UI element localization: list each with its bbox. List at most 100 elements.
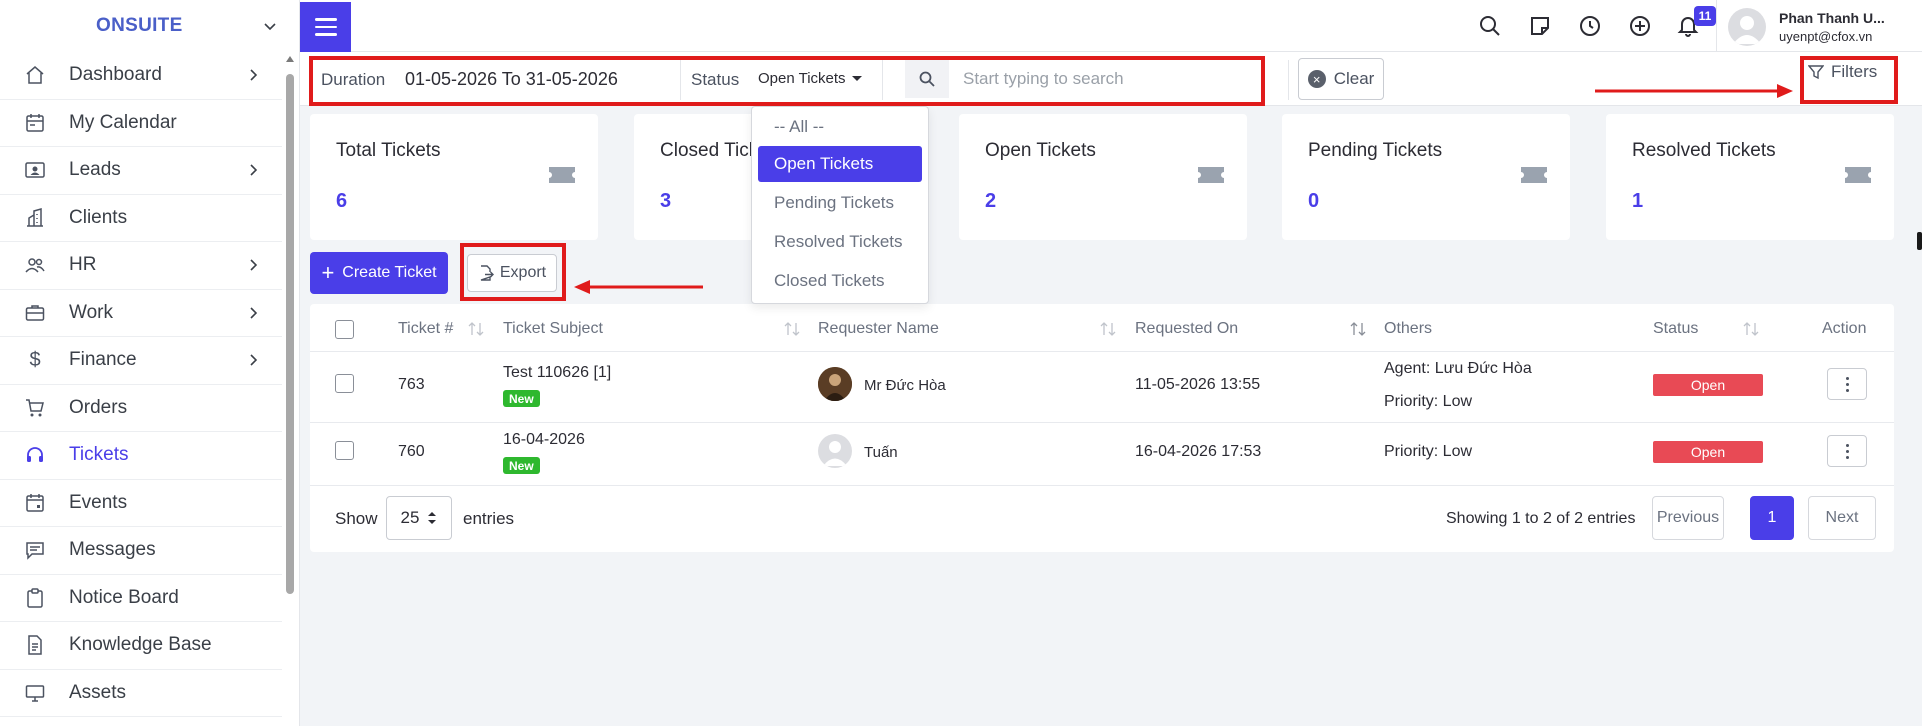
ticket-number[interactable]: 760: [398, 443, 425, 461]
sidebar-item-leads[interactable]: Leads: [0, 147, 282, 195]
sidebar-item-orders[interactable]: Orders: [0, 385, 282, 432]
previous-page-button[interactable]: Previous: [1652, 496, 1724, 540]
row-checkbox[interactable]: [335, 441, 354, 460]
column-header-ticket-number[interactable]: Ticket #: [398, 320, 453, 338]
filters-button[interactable]: Filters: [1808, 62, 1877, 82]
card-count: 1: [1632, 190, 1644, 212]
column-header-status[interactable]: Status: [1653, 320, 1698, 338]
requester-name[interactable]: Tuấn: [864, 444, 898, 461]
stat-card-open[interactable]: Open Tickets 2: [959, 114, 1247, 240]
status-badge[interactable]: Open: [1653, 441, 1763, 463]
user-avatar[interactable]: [1728, 8, 1766, 46]
dot: [1845, 376, 1849, 380]
sidebar-item-tickets[interactable]: Tickets: [0, 432, 282, 480]
sort-icon[interactable]: [784, 322, 800, 336]
next-page-button[interactable]: Next: [1808, 496, 1876, 540]
sidebar-item-finance[interactable]: $ Finance: [0, 337, 282, 385]
chevron-right-icon: [250, 306, 258, 319]
search-input[interactable]: [963, 69, 1253, 89]
requester-name[interactable]: Mr Đức Hòa: [864, 377, 946, 394]
dot: [1845, 455, 1849, 459]
dot: [1845, 443, 1849, 447]
scroll-up-arrow-icon[interactable]: [286, 56, 294, 62]
sort-icon[interactable]: [1100, 322, 1116, 336]
sort-icon[interactable]: [1350, 322, 1366, 336]
sidebar-scroll-thumb[interactable]: [286, 74, 294, 594]
chat-icon: [24, 539, 46, 561]
sidebar-item-events[interactable]: Events: [0, 480, 282, 527]
requester-avatar: [818, 434, 852, 468]
clipboard-icon: [24, 587, 46, 609]
export-label: Export: [499, 264, 547, 281]
briefcase-icon: [24, 302, 46, 324]
row-action-button[interactable]: [1827, 435, 1867, 467]
ticket-subject[interactable]: 16-04-2026: [503, 431, 585, 449]
chevron-down-icon[interactable]: [263, 19, 277, 33]
sidebar-item-work[interactable]: Work: [0, 290, 282, 337]
brand-name: ONSUITE: [96, 15, 183, 36]
export-button[interactable]: Export: [467, 254, 557, 292]
sidebar-scrollbar[interactable]: [284, 54, 296, 726]
search-button[interactable]: [905, 60, 949, 98]
row-action-button[interactable]: [1827, 368, 1867, 400]
ticket-subject[interactable]: Test 110626 [1]: [503, 364, 611, 382]
search-icon: [919, 71, 935, 87]
divider: [680, 60, 681, 100]
status-option-closed[interactable]: Closed Tickets: [758, 263, 922, 299]
ticket-icon: [1521, 167, 1547, 183]
status-badge[interactable]: Open: [1653, 374, 1763, 396]
column-header-others: Others: [1384, 320, 1433, 337]
user-name[interactable]: Phan Thanh U...: [1779, 10, 1885, 26]
requested-on: 16-04-2026 17:53: [1135, 443, 1262, 460]
sidebar-item-messages[interactable]: Messages: [0, 527, 282, 575]
add-circle-icon[interactable]: [1628, 14, 1652, 38]
status-select[interactable]: Open Tickets: [758, 70, 862, 87]
file-export-icon: [480, 265, 494, 281]
contact-card-icon: [24, 159, 46, 181]
sort-icon[interactable]: [1743, 322, 1759, 336]
sticky-note-icon[interactable]: [1528, 14, 1552, 38]
sidebar-item-label: Knowledge Base: [69, 634, 212, 656]
status-option-all[interactable]: -- All --: [758, 109, 922, 145]
page-scroll-indicator[interactable]: [1917, 232, 1922, 250]
clear-button[interactable]: × Clear: [1298, 58, 1384, 100]
page-size-select[interactable]: 25: [386, 496, 452, 540]
create-ticket-button[interactable]: + Create Ticket: [310, 252, 448, 294]
clock-icon[interactable]: [1578, 14, 1602, 38]
sidebar-item-clients[interactable]: Clients: [0, 195, 282, 242]
page-button-1[interactable]: 1: [1750, 496, 1794, 540]
brand-header[interactable]: ONSUITE: [0, 0, 299, 52]
column-header-requester-name[interactable]: Requester Name: [818, 320, 939, 338]
stat-card-resolved[interactable]: Resolved Tickets 1: [1606, 114, 1894, 240]
sidebar-item-knowledge-base[interactable]: Knowledge Base: [0, 622, 282, 670]
status-option-resolved[interactable]: Resolved Tickets: [758, 224, 922, 260]
annotation-arrow-right: [1595, 84, 1793, 98]
column-header-ticket-subject[interactable]: Ticket Subject: [503, 320, 603, 338]
sidebar-item-notice-board[interactable]: Notice Board: [0, 575, 282, 622]
chevron-right-icon: [250, 259, 258, 271]
search-icon[interactable]: [1478, 14, 1502, 38]
sidebar-item-assets[interactable]: Assets: [0, 670, 282, 717]
card-title: Total Tickets: [336, 140, 441, 161]
sidebar-item-dashboard[interactable]: Dashboard: [0, 52, 282, 100]
hamburger-line: [314, 25, 337, 29]
duration-field[interactable]: 01-05-2026 To 31-05-2026: [405, 69, 618, 90]
sidebar-item-my-calendar[interactable]: My Calendar: [0, 100, 282, 147]
sidebar-item-label: Work: [69, 301, 113, 323]
sidebar-item-hr[interactable]: HR: [0, 242, 282, 290]
status-option-pending[interactable]: Pending Tickets: [758, 185, 922, 221]
ticket-number[interactable]: 763: [398, 376, 425, 394]
row-checkbox[interactable]: [335, 374, 354, 393]
menu-toggle-button[interactable]: [300, 2, 351, 52]
column-header-requested-on[interactable]: Requested On: [1135, 320, 1238, 338]
stat-card-total[interactable]: Total Tickets 6: [310, 114, 598, 240]
tickets-table: Ticket # Ticket Subject Requester Name R…: [310, 304, 1894, 552]
divider: [310, 422, 1894, 423]
sort-icon[interactable]: [468, 322, 484, 336]
status-label: Status: [691, 70, 740, 89]
select-all-checkbox[interactable]: [335, 320, 354, 339]
stat-card-pending[interactable]: Pending Tickets 0: [1282, 114, 1570, 240]
priority-info: Priority: Low: [1384, 443, 1473, 460]
status-option-open[interactable]: Open Tickets: [758, 146, 922, 182]
annotation-arrow-left: [574, 280, 703, 294]
